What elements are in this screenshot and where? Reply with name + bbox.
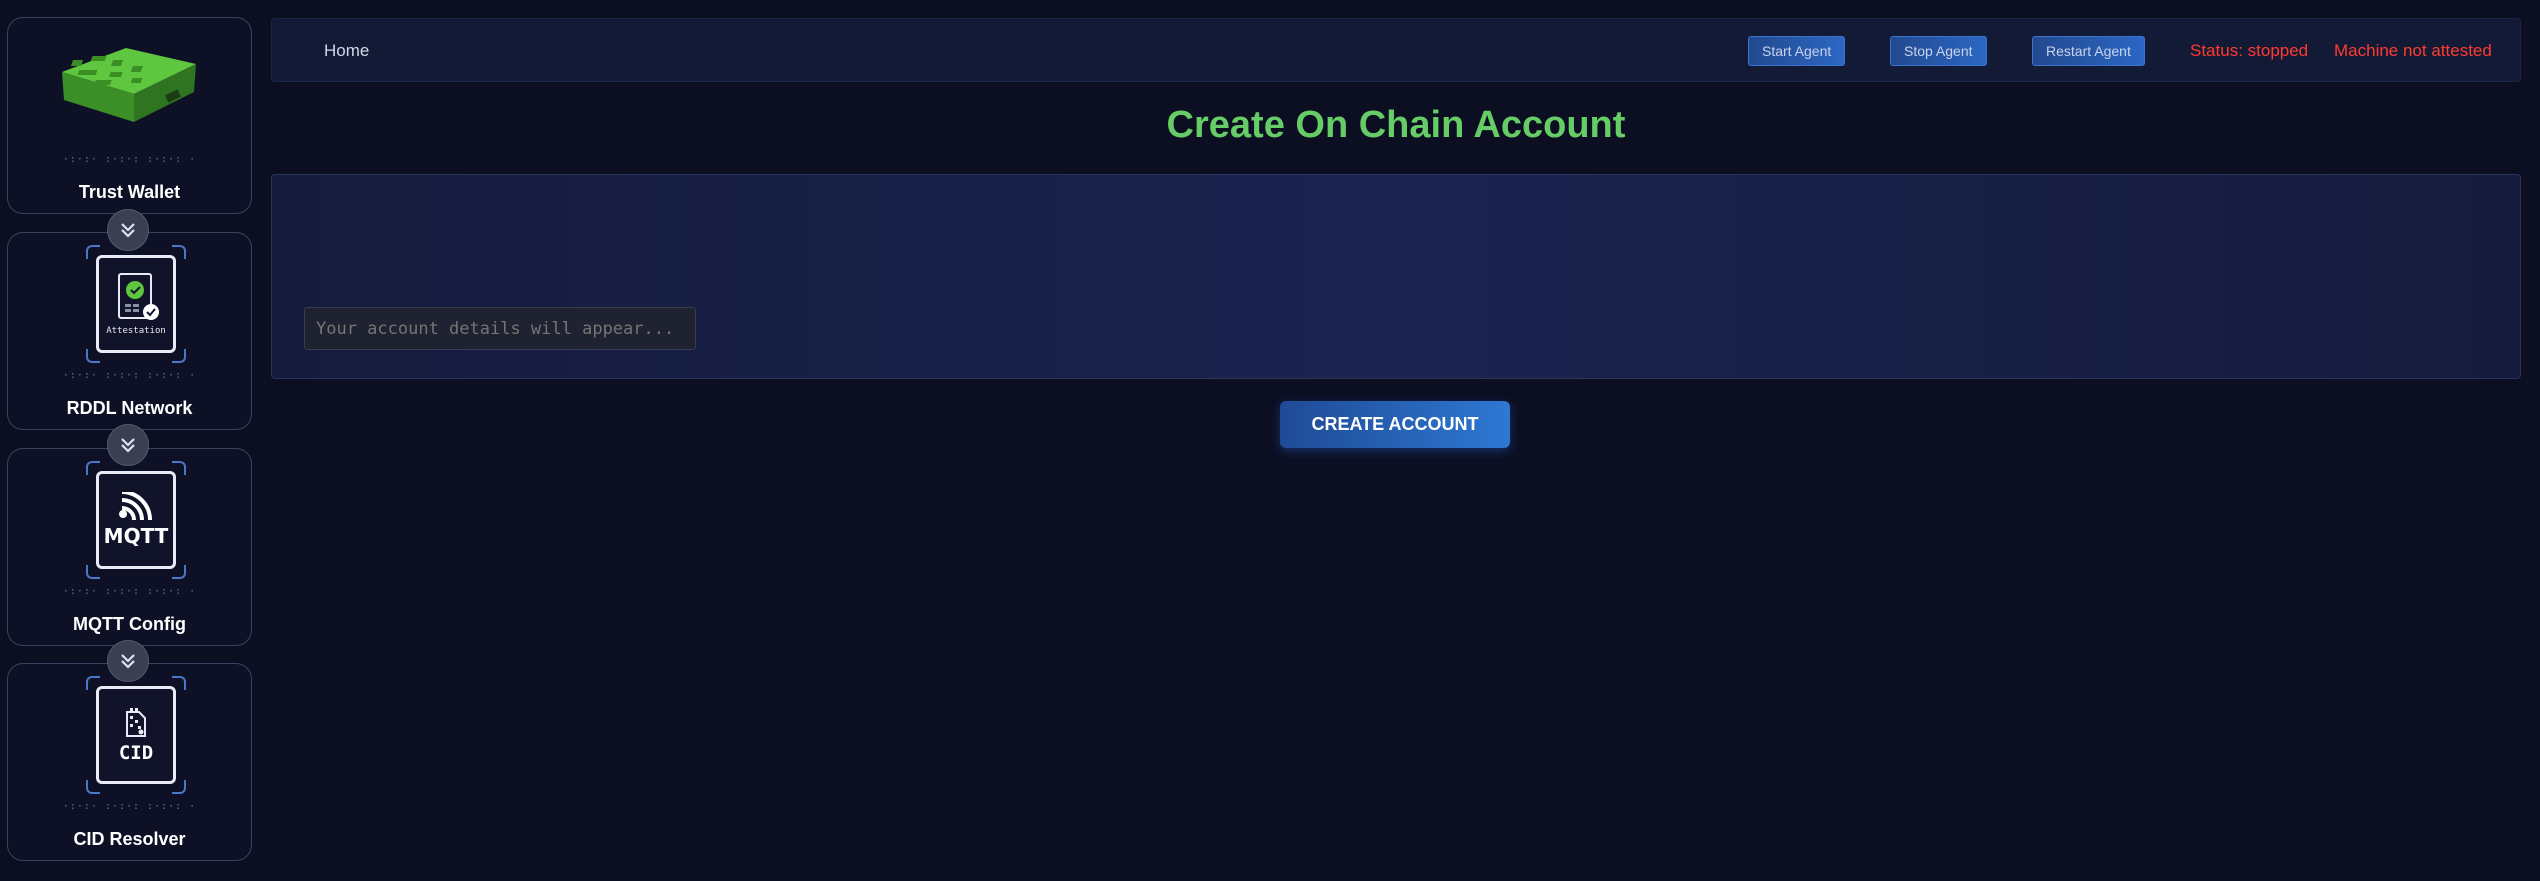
mqtt-tile: MQTT bbox=[86, 461, 186, 579]
home-link[interactable]: Home bbox=[324, 41, 369, 61]
tile-label: MQTT bbox=[103, 524, 169, 548]
account-details-panel bbox=[271, 174, 2521, 379]
sidebar-item-cid-resolver[interactable]: CID ·:·:· :·:·: :·:·: · CID Resolver bbox=[7, 663, 252, 861]
attestation-tile: Attestation bbox=[86, 245, 186, 363]
account-details-field[interactable] bbox=[304, 307, 696, 350]
top-bar: Home Start Agent Stop Agent Restart Agen… bbox=[271, 18, 2521, 82]
double-chevron-down-icon bbox=[107, 424, 149, 466]
trust-wallet-device-icon bbox=[62, 48, 196, 122]
restart-agent-button[interactable]: Restart Agent bbox=[2032, 36, 2145, 66]
sidebar-item-rddl-network[interactable]: Attestation ·:·:· :·:·: :·:·: · RDDL Net… bbox=[7, 232, 252, 430]
agent-status-text: Status: stopped bbox=[2190, 41, 2309, 60]
create-account-button[interactable]: CREATE ACCOUNT bbox=[1280, 401, 1510, 448]
start-agent-button[interactable]: Start Agent bbox=[1748, 36, 1846, 66]
file-icon bbox=[126, 708, 146, 737]
decorative-dots: ·:·:· :·:·: :·:·: · bbox=[62, 154, 197, 165]
tile-label: Attestation bbox=[106, 326, 166, 336]
sidebar-item-mqtt-config[interactable]: MQTT ·:·:· :·:·: :·:·: · MQTT Config bbox=[7, 448, 252, 646]
attestation-icon bbox=[118, 273, 159, 320]
stop-agent-button[interactable]: Stop Agent bbox=[1890, 36, 1987, 66]
sidebar-item-label: RDDL Network bbox=[66, 398, 193, 418]
double-chevron-down-icon bbox=[107, 209, 149, 251]
page-title: Create On Chain Account bbox=[1166, 104, 1626, 146]
sidebar: ·:·:· :·:·: :·:·: · Trust Wallet Attesta… bbox=[0, 0, 262, 881]
attestation-status-text: Machine not attested bbox=[2334, 41, 2492, 60]
sidebar-item-label: MQTT Config bbox=[73, 614, 186, 634]
sidebar-item-label: Trust Wallet bbox=[78, 182, 181, 202]
sidebar-item-label: CID Resolver bbox=[73, 829, 186, 849]
sidebar-item-trust-wallet[interactable]: ·:·:· :·:·: :·:·: · Trust Wallet bbox=[7, 17, 252, 214]
tile-label: CID bbox=[118, 742, 154, 764]
signal-icon bbox=[119, 492, 152, 521]
decorative-dots: ·:·:· :·:·: :·:·: · bbox=[62, 586, 197, 597]
cid-tile: CID bbox=[86, 676, 186, 794]
double-chevron-down-icon bbox=[107, 640, 149, 682]
decorative-dots: ·:·:· :·:·: :·:·: · bbox=[62, 801, 197, 812]
decorative-dots: ·:·:· :·:·: :·:·: · bbox=[62, 370, 197, 381]
